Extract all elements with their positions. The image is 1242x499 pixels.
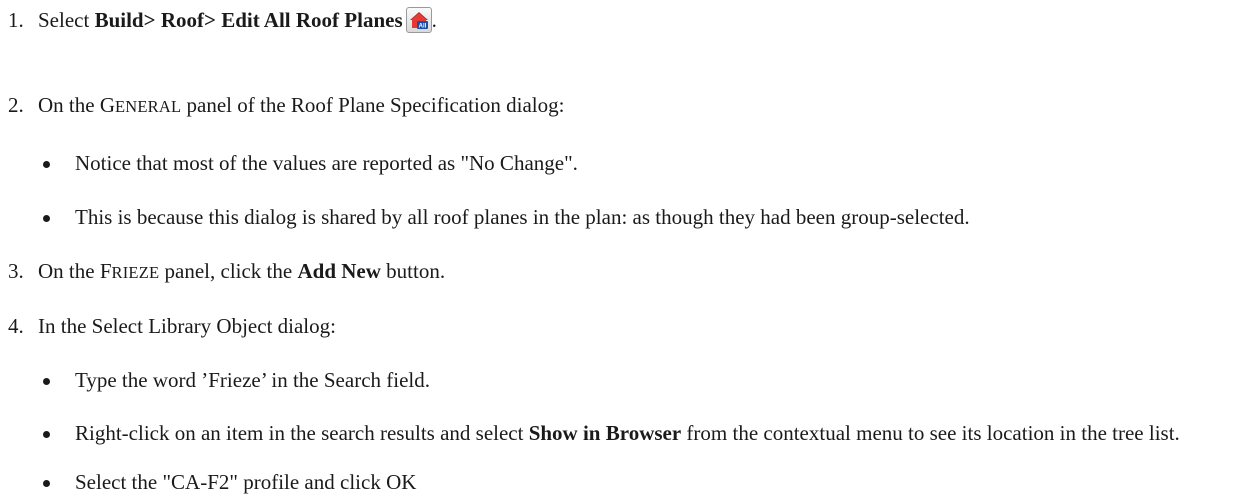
step-number: 2. [8,93,24,117]
step-4-bullet-3: Select the "CA-F2" profile and click OK [43,469,416,495]
panel-name-frieze: FRIEZE [99,259,160,283]
step-number: 3. [8,259,24,283]
step-text: Select [38,8,95,32]
roof-house-icon: All [409,12,428,30]
bullet-dot [43,480,50,487]
bullet-text: Right-click on an item in the search res… [75,421,1180,445]
bullet-text: Notice that most of the values are repor… [75,151,578,175]
bullet-text: Select the "CA-F2" profile and click OK [75,470,417,494]
step-2-bullet-1: Notice that most of the values are repor… [43,150,578,176]
step-4-bullet-1: Type the word ’Frieze’ in the Search fie… [43,367,430,393]
bullet-dot [43,161,50,168]
bullet-dot [43,431,50,438]
step-number: 1. [8,8,24,32]
step-number: 4. [8,314,24,338]
menu-command: Show in Browser [528,421,682,445]
step-4: 4. In the Select Library Object dialog: [8,313,336,339]
step-2: 2. On the GENERAL panel of the Roof Plane… [8,93,565,117]
menu-path: Build> Roof> Edit All Roof Planes [94,8,403,32]
edit-all-roof-planes-icon[interactable]: All [405,7,432,33]
step-2-bullet-2: This is because this dialog is shared by… [43,204,970,230]
step-3: 3. On the FRIEZE panel, click the Add New… [8,259,446,283]
bullet-dot [43,378,50,385]
bullet-text: This is because this dialog is shared by… [75,205,970,229]
panel-name-general: GENERAL [99,93,182,117]
step-text: In the Select Library Object dialog: [38,314,336,338]
step-1: 1. Select Build> Roof> Edit All Roof Plan… [8,7,437,33]
bullet-dot [43,215,50,222]
step-4-bullet-2: Right-click on an item in the search res… [43,420,1235,446]
button-name: Add New [297,259,381,283]
icon-label: All [418,24,426,30]
bullet-text: Type the word ’Frieze’ in the Search fie… [75,368,431,392]
